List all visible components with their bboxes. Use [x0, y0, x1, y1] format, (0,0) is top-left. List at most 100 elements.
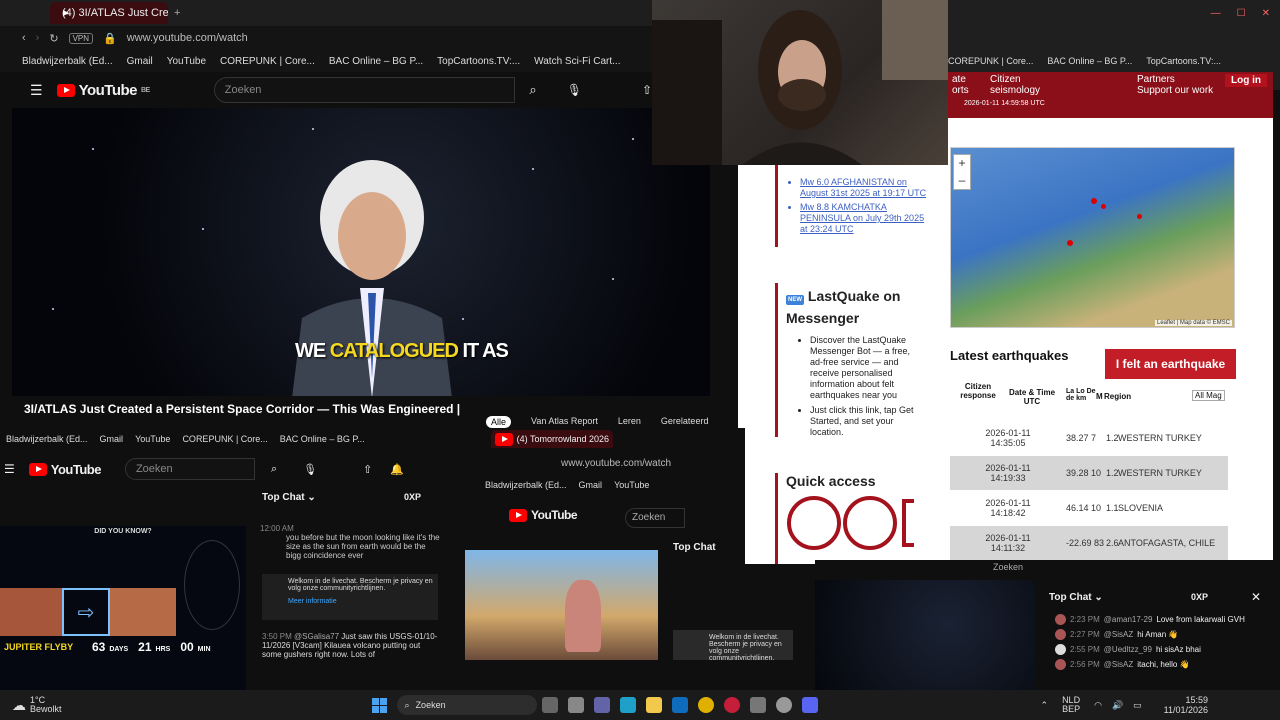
tomorrowland-video[interactable]	[465, 550, 658, 660]
chrome-icon[interactable]	[697, 697, 714, 713]
close-chat-icon[interactable]: ✕	[1251, 590, 1261, 604]
bookmark-item[interactable]: Bladwijzerbalk (Ed...	[485, 480, 567, 490]
teams-icon[interactable]	[593, 697, 610, 713]
did-you-know-video[interactable]: DID YOU KNOW? ⇨ JUPITER FLYBY 63 DAYS 21 H…	[0, 526, 246, 690]
url-field[interactable]: www.youtube.com/watch	[561, 458, 671, 469]
tab-main-video[interactable]: (4) 3I/ATLAS Just Crea ✕	[50, 2, 168, 24]
edge-icon[interactable]	[619, 697, 636, 713]
bookmark-item[interactable]: TopCartoons.TV:...	[1146, 56, 1221, 66]
magnitude-filter-select[interactable]: All Mag	[1192, 390, 1225, 401]
search-input[interactable]: Zoeken	[625, 508, 685, 528]
new-tab-icon[interactable]: +	[174, 7, 180, 19]
bookmark-item[interactable]: BAC Online – BG P...	[329, 56, 423, 67]
nav-item[interactable]: orts	[952, 85, 969, 96]
video-player[interactable]: WE CATALOGUED IT AS	[12, 108, 710, 396]
vpn-badge[interactable]: VPN	[68, 32, 94, 44]
tray-chevron-icon[interactable]: ⌃	[1041, 700, 1049, 711]
nav-item[interactable]: Partners	[1137, 74, 1213, 85]
youtube-logo[interactable]: YouTube BE	[56, 82, 150, 99]
tab-tomorrowland[interactable]: (4) Tomorrowland 2026	[491, 430, 613, 448]
bookmark-item[interactable]: Gmail	[127, 56, 153, 67]
settings-icon[interactable]	[775, 697, 792, 713]
youtube-logo[interactable]: YouTube	[509, 508, 578, 522]
nav-item[interactable]: seismology	[990, 85, 1040, 96]
microphone-icon[interactable]: 🎙	[567, 83, 582, 97]
battery-icon[interactable]: ▭	[1133, 700, 1142, 711]
search-input[interactable]: Zoeken	[993, 562, 1049, 572]
top-chat-selector[interactable]: Top Chat ⌄	[1049, 592, 1103, 603]
quake-row[interactable]: 2026-01-11 14:19:33 39.28 10 1.2 WESTERN …	[950, 456, 1228, 490]
calculator-icon[interactable]	[749, 697, 766, 713]
top-chat-selector[interactable]: Top Chat	[673, 542, 716, 553]
outlook-icon[interactable]	[671, 697, 688, 713]
chip[interactable]: Leren	[618, 416, 641, 428]
language-indicator[interactable]: NLD BEP	[1062, 696, 1080, 714]
search-input[interactable]: Zoeken	[213, 77, 516, 103]
upload-icon[interactable]: ⇧	[363, 463, 372, 476]
bookmark-item[interactable]: Bladwijzerbalk (Ed...	[6, 434, 88, 444]
youtube-logo[interactable]: YouTube	[28, 462, 101, 477]
header-cell[interactable]: Date & Time UTC	[1004, 388, 1060, 406]
bookmark-item[interactable]: COREPUNK | Core...	[182, 434, 267, 444]
files-icon[interactable]	[567, 697, 584, 713]
bookmark-item[interactable]: Bladwijzerbalk (Ed...	[22, 56, 113, 67]
bookmark-item[interactable]: Gmail	[579, 480, 603, 490]
earthquake-map[interactable]: + – Leaflet | Map data © EMSC	[950, 147, 1235, 328]
search-icon[interactable]: ⌕	[529, 82, 536, 98]
menu-icon[interactable]: ☰	[30, 82, 43, 99]
chip[interactable]: Gerelateerd	[661, 416, 709, 428]
chat-user[interactable]: @SGalisa77	[294, 632, 339, 641]
header-cell[interactable]: M	[1096, 392, 1103, 401]
notifications-icon[interactable]: 🔔	[390, 463, 404, 476]
windows-start-icon[interactable]	[371, 697, 387, 713]
chip[interactable]: Van Atlas Report	[531, 416, 598, 428]
bookmark-item[interactable]: COREPUNK | Core...	[220, 56, 315, 67]
quake-marker[interactable]	[1137, 214, 1142, 219]
bookmark-item[interactable]: YouTube	[614, 480, 649, 490]
video-thumbnail[interactable]	[815, 580, 1035, 690]
bookmark-item[interactable]: YouTube	[135, 434, 170, 444]
quake-marker[interactable]	[1067, 240, 1073, 246]
bookmark-item[interactable]: BAC Online – BG P...	[280, 434, 365, 444]
opera-icon[interactable]	[723, 697, 740, 713]
bookmark-item[interactable]: Gmail	[100, 434, 124, 444]
nav-item[interactable]: Support our work	[1137, 85, 1213, 96]
login-button[interactable]: Log in	[1225, 74, 1267, 87]
quake-row[interactable]: 2026-01-11 14:11:32 -22.69 83 2.6 ANTOFAG…	[950, 526, 1228, 560]
minimize-icon[interactable]: —	[1211, 8, 1221, 19]
bookmark-item[interactable]: COREPUNK | Core...	[948, 56, 1033, 66]
volume-icon[interactable]: 🔊	[1112, 700, 1123, 711]
recent-quake-link[interactable]: Mw 6.0 AFGHANISTAN on August 31st 2025 a…	[800, 177, 930, 199]
chip[interactable]: Alle	[486, 416, 512, 428]
maximize-icon[interactable]: ☐	[1237, 8, 1246, 19]
nav-item[interactable]: ate	[952, 74, 969, 85]
bookmark-item[interactable]: TopCartoons.TV:...	[437, 56, 520, 67]
zoom-out-button[interactable]: –	[954, 172, 970, 189]
quake-row[interactable]: 2026-01-11 14:35:05 38.27 7 1.2 WESTERN T…	[950, 421, 1228, 455]
clock[interactable]: 15:59 11/01/2026	[1164, 695, 1208, 715]
url-field[interactable]: www.youtube.com/watch	[127, 32, 248, 44]
bookmark-item[interactable]: YouTube	[167, 56, 206, 67]
nav-item[interactable]: Citizen	[990, 74, 1040, 85]
upload-icon[interactable]: ⇧	[642, 83, 652, 97]
search-icon[interactable]: ⌕	[271, 463, 277, 476]
zoom-in-button[interactable]: +	[954, 155, 970, 172]
reload-icon[interactable]: ↻	[49, 32, 58, 45]
close-window-icon[interactable]: ✕	[1262, 8, 1270, 19]
felt-earthquake-button[interactable]: I felt an earthquake	[1105, 349, 1236, 379]
recent-quake-link[interactable]: Mw 8.8 KAMCHATKA PENINSULA on July 29th …	[800, 202, 930, 235]
menu-icon[interactable]: ☰	[4, 462, 15, 476]
forward-icon[interactable]: ›	[36, 32, 40, 44]
search-input[interactable]: Zoeken	[124, 458, 255, 480]
back-icon[interactable]: ‹	[22, 32, 26, 44]
wifi-icon[interactable]: ◠	[1094, 700, 1102, 711]
task-view-icon[interactable]	[541, 697, 558, 713]
top-chat-selector[interactable]: Top Chat ⌄	[262, 492, 316, 503]
quake-marker[interactable]	[1101, 204, 1106, 209]
microphone-icon[interactable]: 🎙	[303, 463, 317, 476]
bookmark-item[interactable]: BAC Online – BG P...	[1047, 56, 1132, 66]
quake-row[interactable]: 2026-01-11 14:18:42 46.14 10 1.1 SLOVENIA	[950, 491, 1228, 525]
file-explorer-icon[interactable]	[645, 697, 662, 713]
more-info-link[interactable]: Meer informatie	[288, 598, 434, 605]
discord-icon[interactable]	[801, 697, 818, 713]
